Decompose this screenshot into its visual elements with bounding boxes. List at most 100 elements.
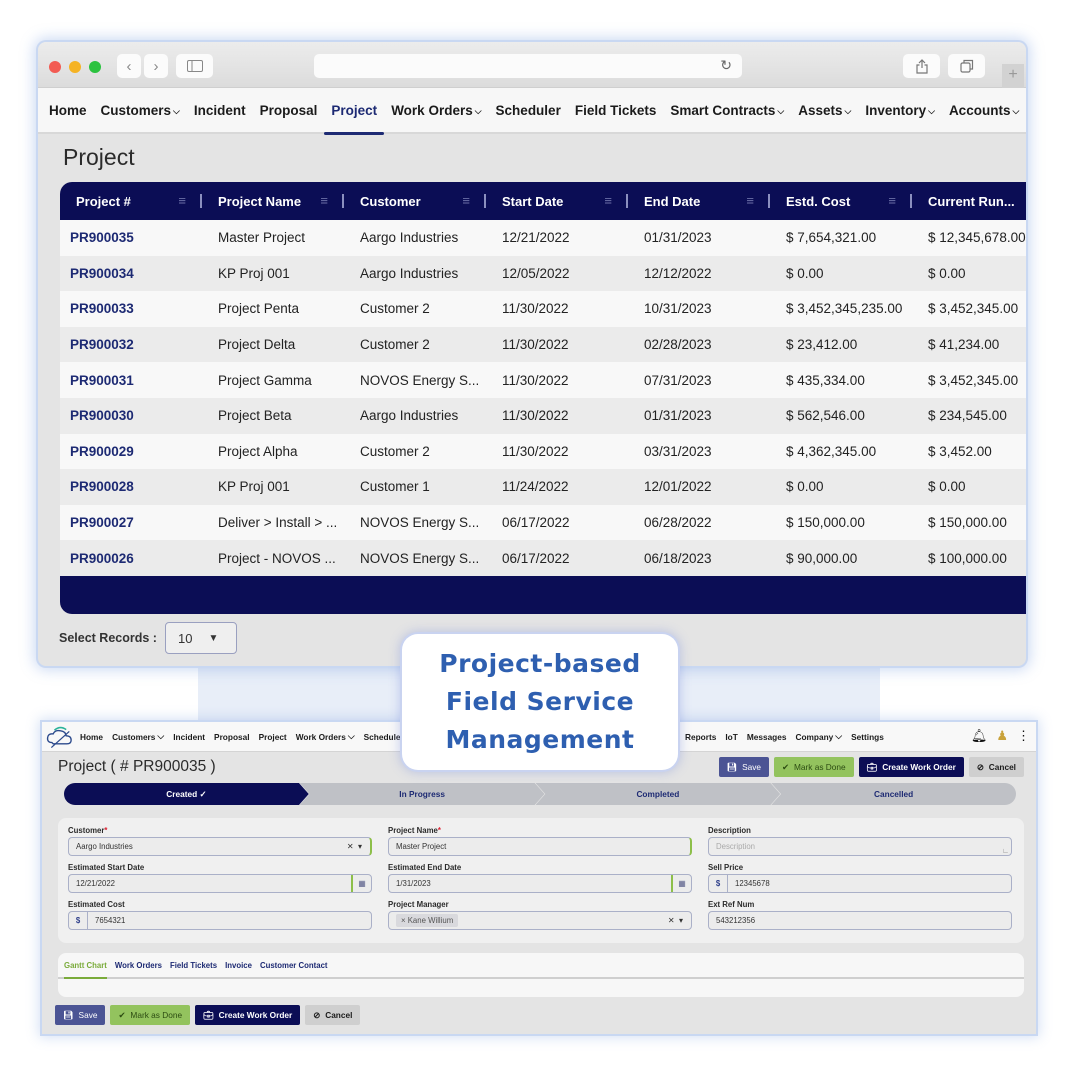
nav-home[interactable]: Home (80, 732, 103, 742)
tab-customer-contact[interactable]: Customer Contact (260, 953, 328, 977)
nav-field-tickets[interactable]: Field Tickets (575, 103, 657, 118)
clear-and-caret-icon[interactable]: ✕ ▾ (668, 916, 683, 925)
stage-created[interactable]: Created ✓ (64, 783, 309, 805)
cancel-button[interactable]: ⊘ Cancel (305, 1005, 361, 1025)
project-id-link[interactable]: PR900031 (60, 373, 202, 388)
est-end-date-input[interactable]: 1/31/2023 ▦ (388, 874, 692, 893)
project-manager-chip[interactable]: × Kane Willium (396, 914, 459, 927)
share-icon[interactable] (903, 54, 940, 78)
nav-customers[interactable]: Customers ⌵ (112, 731, 164, 742)
chevron-left-icon[interactable]: ‹ (117, 54, 141, 78)
column-menu-icon[interactable]: ≡ (604, 193, 612, 208)
tab-gantt-chart[interactable]: Gantt Chart (64, 953, 107, 979)
nav-incident[interactable]: Incident (173, 732, 205, 742)
reload-icon[interactable]: ↻ (720, 57, 732, 74)
table-row[interactable]: PR900028 KP Proj 001 Customer 1 11/24/2022 1… (60, 469, 1026, 505)
records-per-page-select[interactable]: 10 ▼ (164, 622, 237, 654)
nav-smart-contracts[interactable]: Smart Contracts ⌵ (670, 103, 784, 118)
stage-completed[interactable]: Completed (535, 783, 781, 805)
nav-project[interactable]: Project (259, 732, 287, 742)
table-row[interactable]: PR900034 KP Proj 001 Aargo Industries 12/05… (60, 255, 1026, 292)
nav-company[interactable]: Company ⌵ (795, 731, 842, 742)
tab-invoice[interactable]: Invoice (225, 953, 252, 977)
tab-work-orders[interactable]: Work Orders (115, 953, 162, 977)
sidebar-icon[interactable] (176, 54, 213, 78)
nav-reports[interactable]: Reports (685, 732, 716, 742)
project-id-link[interactable]: PR900026 (60, 551, 202, 566)
column-header[interactable]: Current Run... (912, 182, 1026, 220)
column-menu-icon[interactable]: ≡ (320, 193, 328, 208)
project-id-link[interactable]: PR900030 (60, 408, 202, 423)
nav-proposal[interactable]: Proposal (214, 732, 250, 742)
tabs-icon[interactable] (948, 54, 985, 78)
est-cost-input[interactable]: $ 7654321 (68, 911, 372, 930)
create-work-order-button[interactable]: 💼︎ Create Work Order (195, 1005, 301, 1025)
mark-as-done-button[interactable]: ✔ Mark as Done (110, 1005, 191, 1025)
resize-handle-icon[interactable]: ∟ (1002, 848, 1009, 855)
column-header[interactable]: Project # ≡ (60, 182, 202, 220)
nav-home[interactable]: Home (49, 103, 87, 118)
nav-work-orders[interactable]: Work Orders ⌵ (391, 103, 481, 118)
nav-project[interactable]: Project (324, 103, 384, 135)
table-row[interactable]: PR900032 Project Delta Customer 2 11/30/202… (60, 326, 1026, 363)
save-button[interactable]: 💾︎ Save (718, 757, 770, 777)
project-id-link[interactable]: PR900033 (60, 301, 202, 316)
column-menu-icon[interactable]: ≡ (462, 193, 470, 208)
column-menu-icon[interactable]: ≡ (746, 193, 754, 208)
table-row[interactable]: PR900031 Project Gamma NOVOS Energy S... 11… (60, 362, 1026, 398)
project-id-link[interactable]: PR900027 (60, 515, 202, 530)
table-row[interactable]: PR900030 Project Beta Aargo Industries 11/3… (60, 397, 1026, 434)
project-id-link[interactable]: PR900034 (60, 266, 202, 281)
chevron-right-icon[interactable]: › (144, 54, 168, 78)
nav-scheduler[interactable]: Scheduler (364, 732, 404, 742)
maximize-window-button[interactable] (89, 61, 101, 73)
table-row[interactable]: PR900027 Deliver > Install > ... NOVOS Ene… (60, 504, 1026, 541)
cancel-button[interactable]: ⊘ Cancel (968, 757, 1024, 777)
column-header[interactable]: Customer ≡ (344, 182, 486, 220)
project-id-link[interactable]: PR900032 (60, 337, 202, 352)
address-bar[interactable]: ↻ (314, 54, 742, 78)
nav-work-orders[interactable]: Work Orders ⌵ (296, 731, 355, 742)
nav-assets[interactable]: Assets ⌵ (798, 103, 851, 118)
save-button[interactable]: 💾︎ Save (55, 1005, 106, 1025)
column-menu-icon[interactable]: ≡ (888, 193, 896, 208)
project-id-link[interactable]: PR900028 (60, 479, 202, 494)
nav-messages[interactable]: Messages (747, 732, 787, 742)
mark-as-done-button[interactable]: ✔ Mark as Done (774, 757, 854, 777)
column-header[interactable]: Estd. Cost ≡ (770, 182, 912, 220)
column-header[interactable]: Project Name ≡ (202, 182, 344, 220)
clear-and-caret-icon[interactable]: ✕ ▾ (347, 842, 362, 851)
table-row[interactable]: PR900026 Project - NOVOS ... NOVOS Energy … (60, 540, 1026, 576)
tab-field-tickets[interactable]: Field Tickets (170, 953, 217, 977)
nav-scheduler[interactable]: Scheduler (496, 103, 561, 118)
column-header[interactable]: Start Date ≡ (486, 182, 628, 220)
create-work-order-button[interactable]: 💼︎ Create Work Order (858, 757, 964, 777)
ext-ref-num-input[interactable]: 543212356 (708, 911, 1012, 930)
calendar-icon[interactable]: ▦ (351, 875, 371, 892)
bell-icon[interactable]: 🔔︎ (971, 728, 988, 744)
user-avatar-icon[interactable]: ♟ (996, 728, 1008, 744)
nav-proposal[interactable]: Proposal (260, 103, 318, 118)
plus-icon[interactable]: + (1002, 64, 1024, 88)
nav-customers[interactable]: Customers ⌵ (101, 103, 180, 118)
stage-cancelled[interactable]: Cancelled (771, 783, 1016, 805)
nav-inventory[interactable]: Inventory ⌵ (865, 103, 935, 118)
nav-incident[interactable]: Incident (194, 103, 246, 118)
stage-in-progress[interactable]: In Progress (299, 783, 545, 805)
table-row[interactable]: PR900035 Master Project Aargo Industries 12… (60, 220, 1026, 256)
more-vertical-icon[interactable]: ⋮ (1017, 728, 1030, 744)
project-id-link[interactable]: PR900029 (60, 444, 202, 459)
est-start-date-input[interactable]: 12/21/2022 ▦ (68, 874, 372, 893)
table-row[interactable]: PR900033 Project Penta Customer 2 11/30/202… (60, 291, 1026, 327)
close-window-button[interactable] (49, 61, 61, 73)
table-row[interactable]: PR900029 Project Alpha Customer 2 11/30/202… (60, 433, 1026, 470)
nav-accounts[interactable]: Accounts ⌵ (949, 103, 1019, 118)
nav-settings[interactable]: Settings (851, 732, 884, 742)
column-menu-icon[interactable]: ≡ (178, 193, 186, 208)
project-name-input[interactable]: Master Project (388, 837, 692, 856)
description-textarea[interactable]: Description ∟ (708, 837, 1012, 856)
column-header[interactable]: End Date ≡ (628, 182, 770, 220)
minimize-window-button[interactable] (69, 61, 81, 73)
calendar-icon[interactable]: ▦ (671, 875, 691, 892)
sell-price-input[interactable]: $ 12345678 (708, 874, 1012, 893)
